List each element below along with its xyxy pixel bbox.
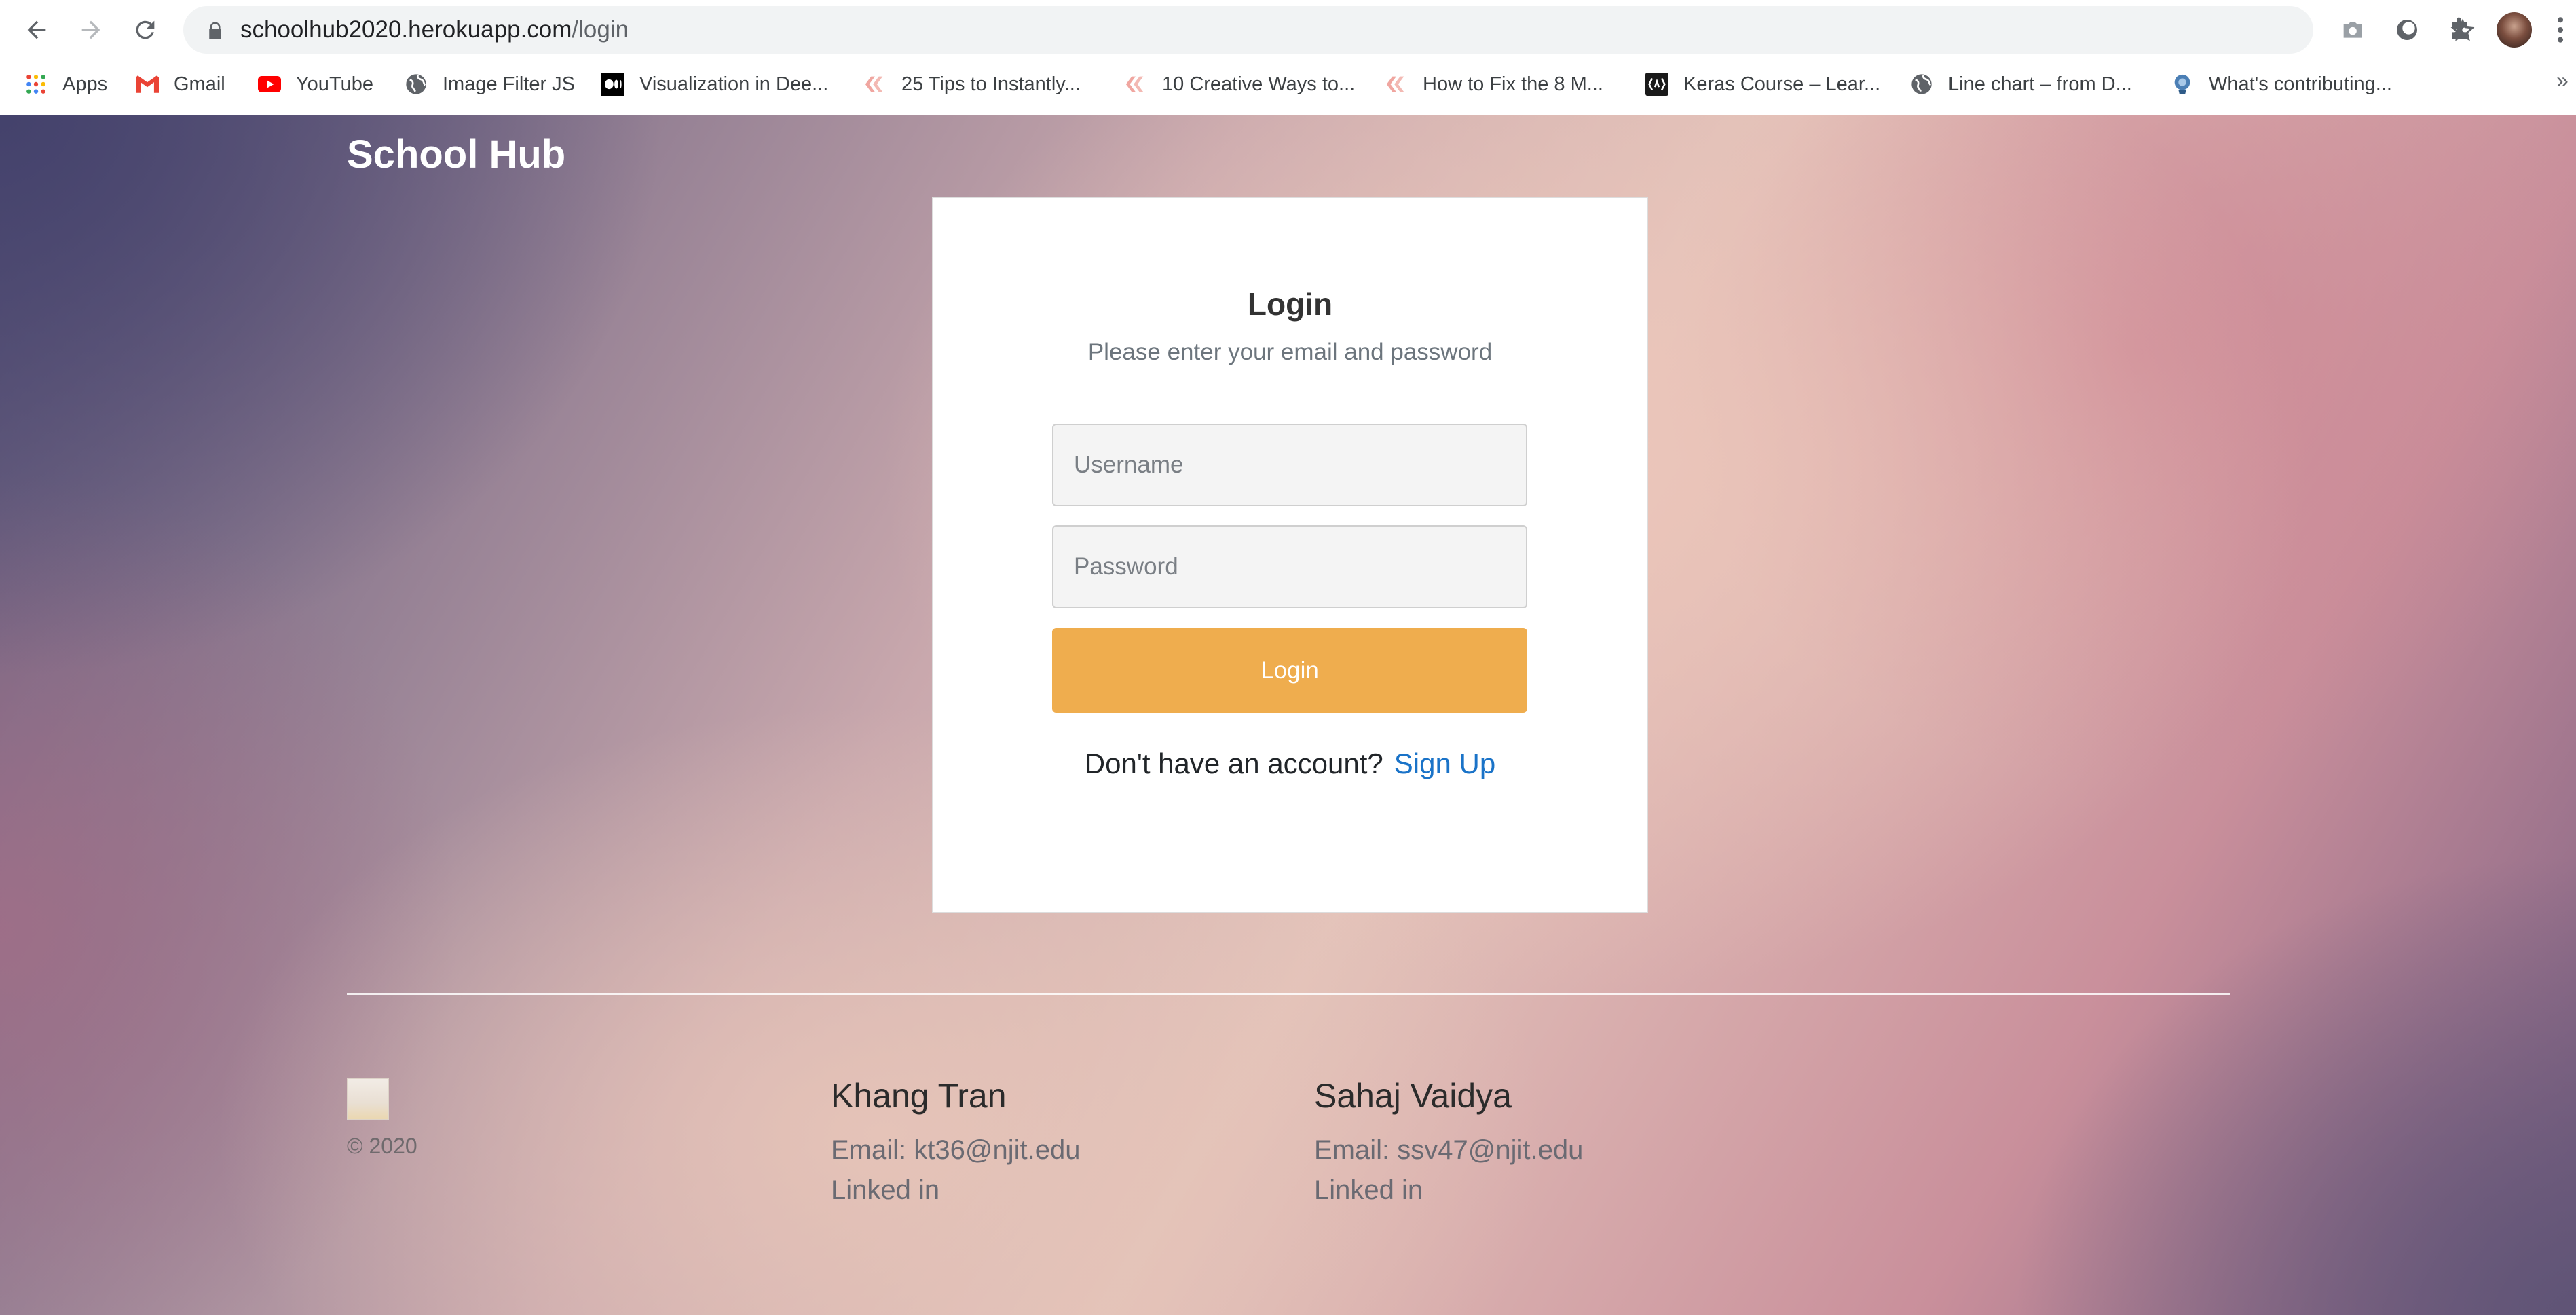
camera-icon[interactable] — [2338, 15, 2368, 45]
extensions-puzzle-icon[interactable] — [2445, 15, 2475, 45]
bookmark-label: Keras Course – Lear... — [1683, 73, 1881, 95]
back-button[interactable] — [19, 12, 54, 48]
copyright-text: © 2020 — [347, 1134, 417, 1158]
url-text: schoolhub2020.herokuapp.com/login — [240, 16, 629, 44]
username-input[interactable] — [1052, 424, 1527, 506]
reload-icon — [136, 20, 155, 39]
extension-circle-icon[interactable] — [2392, 15, 2422, 45]
site-brand[interactable]: School Hub — [347, 132, 565, 177]
browser-toolbar: schoolhub2020.herokuapp.com/login — [0, 0, 2576, 60]
hubspot-icon — [1124, 73, 1147, 96]
bookmark-keras[interactable]: Keras Course – Lear... — [1645, 65, 1880, 103]
login-subtitle: Please enter your email and password — [1087, 339, 1493, 365]
globe-icon — [1910, 73, 1933, 96]
bookmarks-bar: Apps Gmail YouTube Image Filter JS Visua… — [0, 65, 2576, 103]
footer-divider — [347, 993, 2230, 995]
browser-chrome: schoolhub2020.herokuapp.com/login Apps G… — [0, 0, 2576, 115]
footer-logo-image — [347, 1078, 389, 1120]
bookmarks-overflow-button[interactable]: » — [2556, 68, 2569, 93]
forward-arrow-icon — [81, 20, 100, 39]
bookmark-label: YouTube — [296, 73, 373, 95]
gmail-icon — [136, 73, 159, 96]
bookmark-line-chart[interactable]: Line chart – from D... — [1910, 65, 2132, 103]
author-email[interactable]: Email: ssv47@njit.edu — [1314, 1135, 1583, 1166]
bookmark-label: Apps — [62, 73, 108, 95]
bookmark-whats-contributing[interactable]: What's contributing... — [2171, 65, 2392, 103]
back-arrow-icon — [27, 20, 46, 39]
bookmark-label: What's contributing... — [2209, 73, 2392, 95]
bookmark-25-tips[interactable]: 25 Tips to Instantly... — [863, 65, 1081, 103]
login-title: Login — [1247, 286, 1333, 322]
bookmark-how-to-fix[interactable]: How to Fix the 8 M... — [1385, 65, 1603, 103]
reload-button[interactable] — [128, 12, 163, 48]
bookmark-visualization[interactable]: Visualization in Dee... — [601, 65, 828, 103]
hubspot-icon — [863, 73, 886, 96]
apps-grid-icon — [24, 73, 48, 96]
more-vertical-icon[interactable] — [2556, 15, 2564, 45]
author-name: Khang Tran — [831, 1077, 1007, 1115]
bookmark-gmail[interactable]: Gmail — [136, 65, 225, 103]
bookmark-image-filter-js[interactable]: Image Filter JS — [405, 65, 575, 103]
login-card: Login Please enter your email and passwo… — [932, 197, 1648, 913]
globe-icon — [405, 73, 428, 96]
profile-avatar[interactable] — [2497, 12, 2532, 48]
password-input[interactable] — [1052, 525, 1527, 608]
forward-button[interactable] — [73, 12, 109, 48]
bookmark-label: Visualization in Dee... — [639, 73, 829, 95]
bookmark-label: Line chart – from D... — [1948, 73, 2132, 95]
no-account-text: Don't have an account? — [1084, 747, 1383, 779]
author-email[interactable]: Email: kt36@njit.edu — [831, 1135, 1080, 1166]
signup-prompt: Don't have an account? Sign Up — [933, 747, 1647, 780]
lock-icon — [209, 22, 221, 39]
bookmark-label: 25 Tips to Instantly... — [901, 73, 1081, 95]
youtube-icon — [258, 73, 281, 96]
bookmark-10-creative[interactable]: 10 Creative Ways to... — [1124, 65, 1355, 103]
login-button[interactable]: Login — [1052, 628, 1527, 713]
medium-icon — [601, 73, 624, 96]
signup-link[interactable]: Sign Up — [1394, 747, 1495, 779]
bookmark-label: 10 Creative Ways to... — [1162, 73, 1356, 95]
keras-icon — [1645, 73, 1668, 96]
bookmark-apps[interactable]: Apps — [24, 65, 107, 103]
author-linkedin-link[interactable]: Linked in — [1314, 1175, 1423, 1206]
address-bar[interactable]: schoolhub2020.herokuapp.com/login — [183, 6, 2475, 54]
author-linkedin-link[interactable]: Linked in — [831, 1175, 939, 1206]
page-background: School Hub Login Please enter your email… — [0, 115, 2576, 1315]
bookmark-label: Gmail — [174, 73, 225, 95]
bookmark-label: How to Fix the 8 M... — [1423, 73, 1603, 95]
author-name: Sahaj Vaidya — [1314, 1077, 1512, 1115]
url-host: schoolhub2020.herokuapp.com — [240, 16, 572, 43]
hubspot-icon — [1385, 73, 1408, 96]
url-path: /login — [572, 16, 629, 43]
site-icon — [2171, 73, 2194, 96]
bookmark-label: Image Filter JS — [443, 73, 575, 95]
bookmark-youtube[interactable]: YouTube — [258, 65, 373, 103]
